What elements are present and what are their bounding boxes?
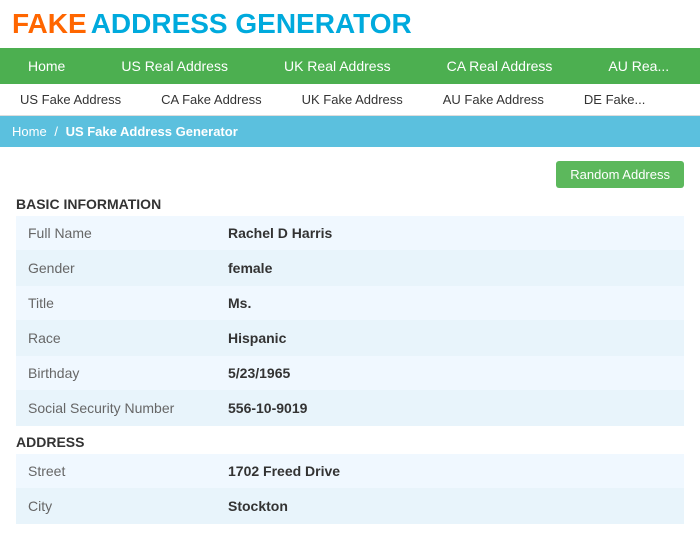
address-table: Street1702 Freed DriveCityStockton <box>16 454 684 524</box>
table-row: Social Security Number556-10-9019 <box>16 391 684 426</box>
row-value: 1702 Freed Drive <box>228 463 340 479</box>
row-value: 5/23/1965 <box>228 365 290 381</box>
nav2-uk-fake[interactable]: UK Fake Address <box>282 84 423 115</box>
breadcrumb-separator: / <box>54 124 58 139</box>
nav2-us-fake[interactable]: US Fake Address <box>0 84 141 115</box>
row-value: female <box>228 260 272 276</box>
row-value: Ms. <box>228 295 251 311</box>
row-label: Gender <box>28 260 228 276</box>
row-value: 556-10-9019 <box>228 400 307 416</box>
table-row: Full NameRachel D Harris <box>16 216 684 251</box>
nav1-ca-real[interactable]: CA Real Address <box>419 48 581 84</box>
row-label: Birthday <box>28 365 228 381</box>
row-label: Race <box>28 330 228 346</box>
row-label: Social Security Number <box>28 400 228 416</box>
row-label: Title <box>28 295 228 311</box>
table-row: TitleMs. <box>16 286 684 321</box>
row-label: Street <box>28 463 228 479</box>
header: FAKE ADDRESS GENERATOR <box>0 0 700 48</box>
table-row: RaceHispanic <box>16 321 684 356</box>
nav1-home[interactable]: Home <box>0 48 93 84</box>
breadcrumb-home[interactable]: Home <box>12 124 47 139</box>
address-header: ADDRESS <box>16 426 684 454</box>
breadcrumb: Home / US Fake Address Generator <box>0 116 700 147</box>
nav2-au-fake[interactable]: AU Fake Address <box>423 84 564 115</box>
basic-info-table: Full NameRachel D HarrisGenderfemaleTitl… <box>16 216 684 426</box>
nav2-ca-fake[interactable]: CA Fake Address <box>141 84 281 115</box>
row-label: City <box>28 498 228 514</box>
table-row: Birthday5/23/1965 <box>16 356 684 391</box>
row-value: Stockton <box>228 498 288 514</box>
table-row: Street1702 Freed Drive <box>16 454 684 489</box>
nav1-us-real[interactable]: US Real Address <box>93 48 256 84</box>
random-address-button[interactable]: Random Address <box>556 161 684 188</box>
table-row: Genderfemale <box>16 251 684 286</box>
nav1-au-real[interactable]: AU Rea... <box>580 48 697 84</box>
nav1-uk-real[interactable]: UK Real Address <box>256 48 419 84</box>
nav2: US Fake AddressCA Fake AddressUK Fake Ad… <box>0 84 700 116</box>
basic-info-header: BASIC INFORMATION <box>16 188 684 216</box>
breadcrumb-current: US Fake Address Generator <box>66 124 238 139</box>
nav1: HomeUS Real AddressUK Real AddressCA Rea… <box>0 48 700 84</box>
content: Random Address BASIC INFORMATION Full Na… <box>0 147 700 536</box>
row-value: Rachel D Harris <box>228 225 332 241</box>
table-row: CityStockton <box>16 489 684 524</box>
logo-fake: FAKE <box>12 8 87 40</box>
logo-rest: ADDRESS GENERATOR <box>91 8 412 40</box>
row-value: Hispanic <box>228 330 286 346</box>
nav2-de-fake[interactable]: DE Fake... <box>564 84 665 115</box>
row-label: Full Name <box>28 225 228 241</box>
